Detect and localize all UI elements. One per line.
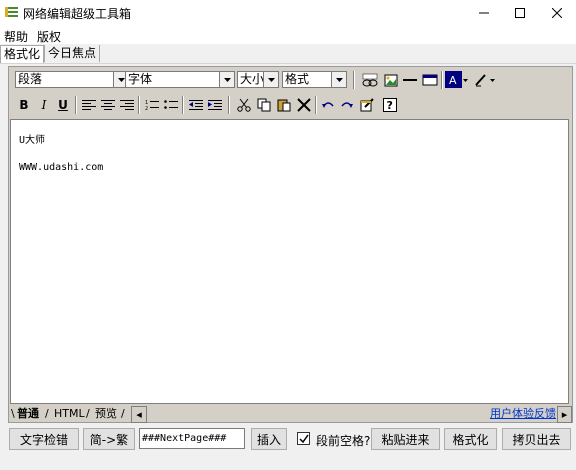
insert-table-icon[interactable] <box>421 71 439 89</box>
editor-content-area[interactable]: U大师 WWW.udashi.com <box>10 119 569 404</box>
tab-html[interactable]: HTML <box>54 406 85 421</box>
minimize-button[interactable] <box>467 0 500 26</box>
toolbar-separator <box>353 71 355 89</box>
undo-icon[interactable] <box>319 96 337 114</box>
edit-note-icon[interactable] <box>358 96 376 114</box>
html-editor: 段落 字体 大小 格式 A B I U 1 2 ? U大师 WWW.udashi… <box>8 66 573 423</box>
menu-bar: 帮助 版权 <box>0 26 576 44</box>
toolbar-separator <box>315 96 317 114</box>
align-right-icon[interactable] <box>118 96 136 114</box>
checkmark-icon <box>298 434 309 443</box>
align-center-icon[interactable] <box>99 96 117 114</box>
paste-in-button[interactable]: 粘贴进来 <box>371 428 440 450</box>
paragraph-select[interactable]: 段落 <box>15 71 129 88</box>
unordered-list-icon[interactable] <box>162 96 180 114</box>
format-select[interactable]: 格式 <box>282 71 347 88</box>
svg-text:2: 2 <box>145 106 148 111</box>
copy-icon[interactable] <box>255 96 273 114</box>
chevron-down-icon <box>263 72 278 87</box>
highlight-pen-icon[interactable] <box>473 71 497 89</box>
view-mode-tabs: \ 普通 / HTML / 预览 / ◂ 用户体验反馈 ▸ <box>9 406 572 423</box>
close-button[interactable] <box>540 0 573 26</box>
horizontal-rule-icon[interactable] <box>401 71 419 89</box>
spellcheck-button[interactable]: 文字检错 <box>9 428 79 450</box>
insert-image-icon[interactable] <box>381 71 399 89</box>
format-button[interactable]: 格式化 <box>444 428 497 450</box>
toolbar-separator <box>75 96 77 114</box>
tab-separator-icon: / <box>45 407 49 420</box>
font-color-icon[interactable]: A <box>445 71 469 89</box>
maximize-button[interactable] <box>503 0 536 26</box>
font-select-value: 字体 <box>128 72 153 86</box>
paragraph-select-value: 段落 <box>18 72 43 86</box>
outdent-icon[interactable] <box>187 96 205 114</box>
tab-today-focus[interactable]: 今日焦点 <box>44 45 101 62</box>
bold-icon[interactable]: B <box>15 96 33 114</box>
paste-icon[interactable] <box>275 96 293 114</box>
cut-icon[interactable] <box>235 96 253 114</box>
toolbar-separator <box>441 71 443 89</box>
size-select[interactable]: 大小 <box>237 71 279 88</box>
tab-normal[interactable]: 普通 <box>17 406 39 421</box>
svg-text:?: ? <box>387 99 393 112</box>
window-title: 网络编辑超级工具箱 <box>23 7 132 21</box>
toolbar-separator <box>138 96 140 114</box>
feedback-link[interactable]: 用户体验反馈 <box>490 406 556 421</box>
align-left-icon[interactable] <box>80 96 98 114</box>
editor-toolbar-row-2: B I U 12 ? <box>9 93 572 117</box>
tab-separator-icon: / <box>86 407 90 420</box>
format-select-value: 格式 <box>285 72 310 86</box>
underline-icon[interactable]: U <box>54 96 72 114</box>
indent-checkbox-label: 段前空格? <box>316 434 371 448</box>
size-select-value: 大小 <box>240 72 265 86</box>
scroll-left-icon[interactable]: ◂ <box>131 406 147 423</box>
top-tab-bar: 格式化 今日焦点 <box>0 44 576 64</box>
svg-text:A: A <box>449 74 457 87</box>
tab-preview[interactable]: 预览 <box>95 406 117 421</box>
font-select[interactable]: 字体 <box>125 71 235 88</box>
help-icon[interactable]: ? <box>381 96 399 114</box>
status-bar <box>0 455 576 470</box>
title-bar: 网络编辑超级工具箱 <box>0 0 576 26</box>
content-line: WWW.udashi.com <box>19 162 104 173</box>
action-bar: 文字检错 简->繁 ###NextPage### 插入 段前空格? 粘贴进来 格… <box>0 423 576 453</box>
tab-separator-icon: \ <box>11 407 15 420</box>
ordered-list-icon[interactable]: 12 <box>143 96 161 114</box>
indent-checkbox[interactable] <box>297 432 310 445</box>
editor-toolbar-row-1: 段落 字体 大小 格式 A <box>9 68 572 92</box>
indent-icon[interactable] <box>206 96 224 114</box>
app-icon <box>4 5 19 20</box>
toolbar-separator <box>182 96 184 114</box>
toolbar-separator <box>228 96 230 114</box>
tab-format[interactable]: 格式化 <box>0 45 45 63</box>
menu-copyright[interactable]: 版权 <box>37 28 61 45</box>
redo-icon[interactable] <box>338 96 356 114</box>
web-link-icon[interactable] <box>361 71 379 89</box>
tab-separator-icon: / <box>121 407 125 420</box>
chevron-down-icon <box>331 72 346 87</box>
insert-button[interactable]: 插入 <box>251 428 287 450</box>
chevron-down-icon <box>219 72 234 87</box>
scroll-right-icon[interactable]: ▸ <box>557 406 572 423</box>
copy-out-button[interactable]: 拷贝出去 <box>502 428 571 450</box>
nextpage-input[interactable]: ###NextPage### <box>139 428 245 449</box>
convert-traditional-button[interactable]: 简->繁 <box>83 428 135 450</box>
delete-icon[interactable] <box>295 96 313 114</box>
italic-icon[interactable]: I <box>35 96 53 114</box>
menu-help[interactable]: 帮助 <box>4 28 28 45</box>
content-line: U大师 <box>19 135 46 146</box>
